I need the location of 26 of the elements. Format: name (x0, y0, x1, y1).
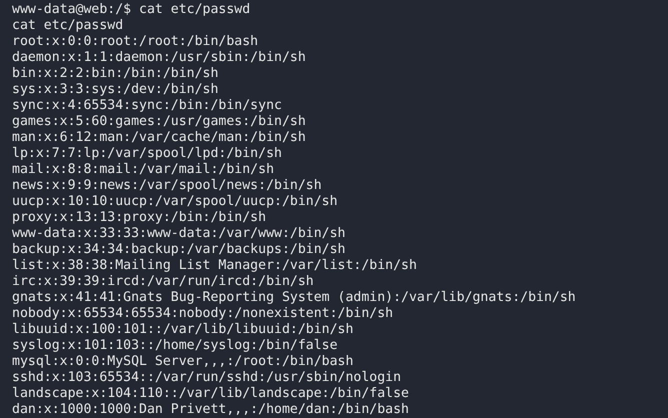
terminal-line: www-data@web:/$ cat etc/passwd (12, 2, 250, 18)
terminal-line: dan:x:1000:1000:Dan Privett,,,:/home/dan:/bin/bash (12, 402, 409, 418)
terminal-line: cat etc/passwd (12, 18, 124, 34)
terminal-line: mail:x:8:8:mail:/var/mail:/bin/sh (12, 162, 274, 178)
terminal-line: sys:x:3:3:sys:/dev:/bin/sh (12, 82, 218, 98)
terminal-line: syslog:x:101:103::/home/syslog:/bin/false (12, 338, 338, 354)
terminal-line: daemon:x:1:1:daemon:/usr/sbin:/bin/sh (12, 50, 306, 66)
terminal-line: nobody:x:65534:65534:nobody:/nonexistent:/bin/sh (12, 306, 394, 322)
terminal-line: irc:x:39:39:ircd:/var/run/ircd:/bin/sh (12, 274, 314, 290)
terminal-line: list:x:38:38:Mailing List Manager:/var/list:/bin/sh (12, 258, 417, 274)
terminal-line: news:x:9:9:news:/var/spool/news:/bin/sh (12, 178, 322, 194)
terminal-line: sync:x:4:65534:sync:/bin:/bin/sync (12, 98, 282, 114)
terminal-line: www-data:x:33:33:www-data:/var/www:/bin/sh (12, 226, 346, 242)
terminal-line: root:x:0:0:root:/root:/bin/bash (12, 34, 258, 50)
terminal-line: backup:x:34:34:backup:/var/backups:/bin/sh (12, 242, 346, 258)
terminal-line: sshd:x:103:65534::/var/run/sshd:/usr/sbin/nologin (12, 370, 402, 386)
terminal-line: bin:x:2:2:bin:/bin:/bin/sh (12, 66, 218, 82)
terminal-line: libuuid:x:100:101::/var/lib/libuuid:/bin/sh (12, 322, 354, 338)
terminal-line: landscape:x:104:110::/var/lib/landscape:/bin/false (12, 386, 409, 402)
terminal-line: uucp:x:10:10:uucp:/var/spool/uucp:/bin/sh (12, 194, 338, 210)
terminal-line: mysql:x:0:0:MySQL Server,,,:/root:/bin/bash (12, 354, 354, 370)
terminal-line: lp:x:7:7:lp:/var/spool/lpd:/bin/sh (12, 146, 282, 162)
terminal-line: gnats:x:41:41:Gnats Bug-Reporting System (admin):/var/lib/gnats:/bin/sh (12, 290, 576, 306)
terminal-line: proxy:x:13:13:proxy:/bin:/bin/sh (12, 210, 266, 226)
terminal-line: man:x:6:12:man:/var/cache/man:/bin/sh (12, 130, 306, 146)
terminal-line: games:x:5:60:games:/usr/games:/bin/sh (12, 114, 306, 130)
